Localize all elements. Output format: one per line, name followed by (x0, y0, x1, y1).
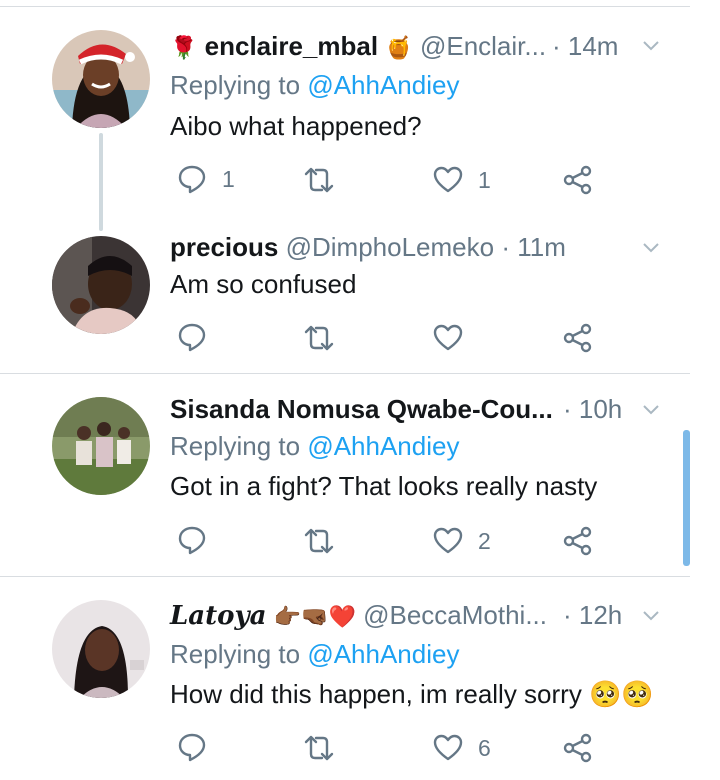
mention-link[interactable]: @AhhAndiey (307, 70, 459, 100)
retweet-icon (304, 528, 334, 554)
reply-button[interactable]: 1 (176, 163, 246, 197)
timestamp[interactable]: · 10h (563, 393, 622, 425)
reply-icon (178, 323, 206, 352)
retweet-button[interactable] (302, 525, 342, 559)
timestamp[interactable]: · 14m (552, 30, 618, 62)
author-name[interactable]: Sisanda Nomusa Qwabe-Cou... (170, 394, 553, 424)
like-icon (433, 527, 463, 554)
like-icon (433, 166, 463, 193)
share-icon (563, 323, 592, 353)
reply-button[interactable] (176, 524, 216, 558)
tweet-header: Sisanda Nomusa Qwabe-Cou... (170, 393, 553, 425)
avatar[interactable] (52, 600, 150, 698)
tweet-header: precious @DimphoLemeko · 11m (170, 231, 566, 263)
tweet-text: Am so confused (170, 269, 357, 299)
like-icon (433, 734, 463, 761)
like-button[interactable]: 6 (432, 732, 502, 766)
reply-count: 1 (222, 166, 235, 192)
author-handle[interactable]: @BeccaMothi... (363, 600, 547, 630)
like-icon (433, 324, 463, 351)
reply-icon (178, 526, 206, 555)
share-icon (563, 165, 592, 195)
author-name[interactable]: Latoya (170, 601, 266, 631)
replying-to-label: Replying to (170, 431, 301, 461)
like-button[interactable]: 1 (432, 164, 502, 198)
divider (0, 373, 690, 374)
retweet-button[interactable] (302, 732, 342, 766)
tweet-header: 🌹 enclaire_mbal 🍯 @Enclair... (170, 30, 546, 64)
reply-icon (178, 165, 206, 194)
name-emojis: 👉🏾🤜🏾❤️ (273, 604, 356, 629)
retweet-icon (304, 325, 334, 351)
chevron-down-icon[interactable] (641, 36, 661, 56)
avatar[interactable] (52, 236, 150, 334)
share-icon (563, 733, 592, 763)
chevron-down-icon[interactable] (641, 238, 661, 258)
author-name[interactable]: enclaire_mbal (205, 31, 378, 61)
retweet-icon (304, 167, 334, 193)
share-icon (563, 526, 592, 556)
like-count: 2 (478, 528, 491, 554)
replying-to-label: Replying to (170, 70, 301, 100)
rose-emoji: 🌹 (170, 35, 198, 60)
scrollbar[interactable] (683, 430, 690, 566)
retweet-icon (304, 735, 334, 761)
avatar[interactable] (52, 397, 150, 495)
mention-link[interactable]: @AhhAndiey (307, 639, 459, 669)
honey-emoji: 🍯 (385, 35, 413, 60)
replying-to: Replying to @AhhAndiey (170, 69, 459, 101)
retweet-button[interactable] (302, 322, 342, 356)
retweet-button[interactable] (302, 164, 362, 198)
timestamp[interactable]: · 12h (563, 599, 622, 631)
avatar[interactable] (52, 30, 150, 128)
tweet-text: Aibo what happened? (170, 111, 422, 141)
tweet-text: Got in a fight? That looks really nasty (170, 471, 598, 501)
like-button[interactable]: 2 (432, 525, 502, 559)
replying-to: Replying to @AhhAndiey (170, 430, 459, 462)
author-name[interactable]: precious (170, 232, 278, 262)
chevron-down-icon[interactable] (641, 400, 661, 420)
share-button[interactable] (562, 322, 596, 356)
author-handle[interactable]: @Enclair... (420, 31, 546, 61)
author-handle[interactable]: @DimphoLemeko (286, 232, 494, 262)
reply-button[interactable] (176, 731, 216, 765)
divider (0, 576, 690, 577)
share-button[interactable] (562, 164, 596, 198)
reply-button[interactable] (176, 321, 216, 355)
like-button[interactable] (432, 322, 472, 356)
chevron-down-icon[interactable] (641, 606, 661, 626)
like-count: 1 (478, 167, 491, 193)
mention-link[interactable]: @AhhAndiey (307, 431, 459, 461)
thread-connector (99, 133, 103, 231)
like-count: 6 (478, 735, 491, 761)
replying-to-label: Replying to (170, 639, 301, 669)
tweet-header: Latoya 👉🏾🤜🏾❤️ @BeccaMothi... (170, 599, 547, 633)
share-button[interactable] (562, 732, 596, 766)
timestamp[interactable]: · 11m (501, 232, 566, 262)
replying-to: Replying to @AhhAndiey (170, 638, 459, 670)
tweet-text: How did this happen, im really sorry 🥺🥺 (170, 679, 654, 709)
share-button[interactable] (562, 525, 596, 559)
divider (0, 6, 690, 7)
reply-icon (178, 733, 206, 762)
